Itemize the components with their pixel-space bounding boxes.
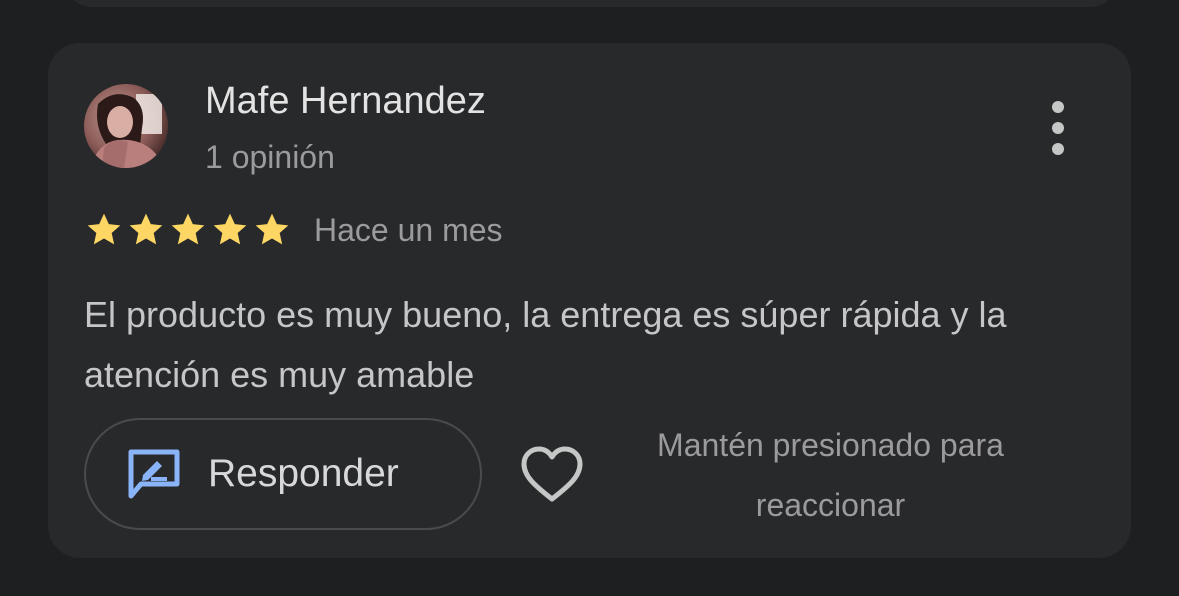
- reply-button[interactable]: Responder: [84, 418, 482, 530]
- more-vert-icon: [1052, 101, 1064, 155]
- star-icon: [129, 213, 163, 245]
- star-icon: [255, 213, 289, 245]
- rating-row: Hace un mes: [84, 208, 503, 252]
- review-date: Hace un mes: [314, 212, 503, 248]
- star-icon: [171, 213, 205, 245]
- reply-button-label: Responder: [208, 452, 399, 495]
- avatar-photo: [84, 84, 168, 168]
- review-card: Mafe Hernandez 1 opinión Hace un mes El …: [48, 43, 1131, 558]
- review-text: El producto es muy bueno, la entrega es …: [84, 294, 1007, 395]
- heart-outline-icon: [521, 446, 583, 502]
- reviewer-avatar[interactable]: [84, 84, 168, 168]
- previous-review-card: [64, 0, 1118, 7]
- reviewer-review-count: 1 opinión: [205, 139, 335, 175]
- star-rating: [84, 210, 292, 250]
- reviewer-name[interactable]: Mafe Hernandez: [205, 79, 486, 123]
- reply-edit-icon: [128, 449, 180, 499]
- react-hint-text: Mantén presionado para reaccionar: [657, 427, 1004, 523]
- star-icon: [87, 213, 121, 245]
- star-icon: [213, 213, 247, 245]
- more-options-button[interactable]: [1034, 97, 1082, 159]
- like-button[interactable]: [520, 445, 584, 505]
